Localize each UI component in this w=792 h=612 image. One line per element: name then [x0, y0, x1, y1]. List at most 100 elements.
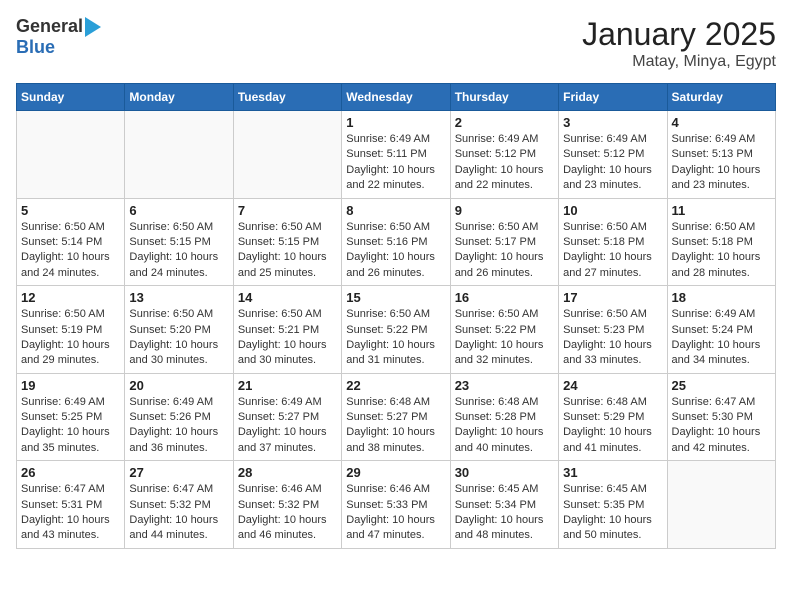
- calendar-cell: [667, 461, 775, 549]
- calendar-cell: 24 Sunrise: 6:48 AM Sunset: 5:29 PM Dayli…: [559, 373, 667, 461]
- weekday-header-monday: Monday: [125, 84, 233, 111]
- day-info: Sunrise: 6:50 AM Sunset: 5:15 PM Dayligh…: [238, 220, 337, 282]
- day-number: 1: [346, 115, 445, 130]
- day-number: 11: [672, 203, 771, 218]
- day-number: 14: [238, 290, 337, 305]
- day-info: Sunrise: 6:49 AM Sunset: 5:12 PM Dayligh…: [563, 132, 662, 194]
- weekday-header-sunday: Sunday: [17, 84, 125, 111]
- calendar-cell: 19 Sunrise: 6:49 AM Sunset: 5:25 PM Dayli…: [17, 373, 125, 461]
- calendar-cell: 27 Sunrise: 6:47 AM Sunset: 5:32 PM Dayli…: [125, 461, 233, 549]
- calendar-cell: 23Sunrise: 6:48 AM Sunset: 5:28 PM Dayli…: [450, 373, 558, 461]
- day-number: 16: [455, 290, 554, 305]
- day-info: Sunrise: 6:50 AM Sunset: 5:23 PM Dayligh…: [563, 307, 662, 369]
- day-number: 21: [238, 378, 337, 393]
- week-row-3: 12 Sunrise: 6:50 AM Sunset: 5:19 PM Dayli…: [17, 286, 776, 374]
- day-number: 23: [455, 378, 554, 393]
- day-info: Sunrise: 6:50 AM Sunset: 5:20 PM Dayligh…: [129, 307, 228, 369]
- page-title: January 2025: [582, 16, 776, 53]
- day-number: 12: [21, 290, 120, 305]
- week-row-4: 19 Sunrise: 6:49 AM Sunset: 5:25 PM Dayli…: [17, 373, 776, 461]
- day-info: Sunrise: 6:48 AM Sunset: 5:27 PM Dayligh…: [346, 395, 445, 457]
- calendar-cell: 7Sunrise: 6:50 AM Sunset: 5:15 PM Daylig…: [233, 198, 341, 286]
- page-subtitle: Matay, Minya, Egypt: [582, 53, 776, 71]
- day-info: Sunrise: 6:46 AM Sunset: 5:32 PM Dayligh…: [238, 482, 337, 544]
- week-row-5: 26 Sunrise: 6:47 AM Sunset: 5:31 PM Dayli…: [17, 461, 776, 549]
- calendar-cell: 13 Sunrise: 6:50 AM Sunset: 5:20 PM Dayli…: [125, 286, 233, 374]
- day-info: Sunrise: 6:50 AM Sunset: 5:21 PM Dayligh…: [238, 307, 337, 369]
- logo-arrow-icon: [85, 17, 101, 37]
- day-info: Sunrise: 6:50 AM Sunset: 5:22 PM Dayligh…: [455, 307, 554, 369]
- day-number: 26: [21, 465, 120, 480]
- weekday-header-thursday: Thursday: [450, 84, 558, 111]
- day-number: 15: [346, 290, 445, 305]
- weekday-header-tuesday: Tuesday: [233, 84, 341, 111]
- day-info: Sunrise: 6:45 AM Sunset: 5:34 PM Dayligh…: [455, 482, 554, 544]
- logo-general-text: General: [16, 16, 83, 37]
- day-number: 19: [21, 378, 120, 393]
- day-number: 22: [346, 378, 445, 393]
- day-number: 20: [129, 378, 228, 393]
- weekday-header-friday: Friday: [559, 84, 667, 111]
- day-number: 5: [21, 203, 120, 218]
- calendar-cell: 21 Sunrise: 6:49 AM Sunset: 5:27 PM Dayli…: [233, 373, 341, 461]
- day-info: Sunrise: 6:45 AM Sunset: 5:35 PM Dayligh…: [563, 482, 662, 544]
- day-number: 29: [346, 465, 445, 480]
- calendar-cell: 18 Sunrise: 6:49 AM Sunset: 5:24 PM Dayli…: [667, 286, 775, 374]
- day-number: 31: [563, 465, 662, 480]
- calendar-cell: 2 Sunrise: 6:49 AM Sunset: 5:12 PM Daylig…: [450, 111, 558, 199]
- day-info: Sunrise: 6:50 AM Sunset: 5:19 PM Dayligh…: [21, 307, 120, 369]
- day-number: 10: [563, 203, 662, 218]
- calendar-cell: 4Sunrise: 6:49 AM Sunset: 5:13 PM Daylig…: [667, 111, 775, 199]
- day-info: Sunrise: 6:49 AM Sunset: 5:12 PM Dayligh…: [455, 132, 554, 194]
- day-info: Sunrise: 6:49 AM Sunset: 5:13 PM Dayligh…: [672, 132, 771, 194]
- day-info: Sunrise: 6:48 AM Sunset: 5:29 PM Dayligh…: [563, 395, 662, 457]
- calendar-cell: 1 Sunrise: 6:49 AM Sunset: 5:11 PM Daylig…: [342, 111, 450, 199]
- calendar-cell: [125, 111, 233, 199]
- day-info: Sunrise: 6:49 AM Sunset: 5:25 PM Dayligh…: [21, 395, 120, 457]
- day-info: Sunrise: 6:50 AM Sunset: 5:18 PM Dayligh…: [672, 220, 771, 282]
- weekday-header-saturday: Saturday: [667, 84, 775, 111]
- calendar-cell: 30 Sunrise: 6:45 AM Sunset: 5:34 PM Dayli…: [450, 461, 558, 549]
- calendar-cell: [233, 111, 341, 199]
- calendar-cell: 5 Sunrise: 6:50 AM Sunset: 5:14 PM Daylig…: [17, 198, 125, 286]
- calendar-table: SundayMondayTuesdayWednesdayThursdayFrid…: [16, 83, 776, 549]
- day-number: 6: [129, 203, 228, 218]
- day-number: 8: [346, 203, 445, 218]
- calendar-cell: 22 Sunrise: 6:48 AM Sunset: 5:27 PM Dayli…: [342, 373, 450, 461]
- day-number: 28: [238, 465, 337, 480]
- page-header: General Blue January 2025 Matay, Minya, …: [16, 16, 776, 71]
- day-number: 25: [672, 378, 771, 393]
- day-info: Sunrise: 6:50 AM Sunset: 5:16 PM Dayligh…: [346, 220, 445, 282]
- week-row-2: 5 Sunrise: 6:50 AM Sunset: 5:14 PM Daylig…: [17, 198, 776, 286]
- logo-blue-text: Blue: [16, 37, 55, 58]
- day-number: 30: [455, 465, 554, 480]
- calendar-cell: 3 Sunrise: 6:49 AM Sunset: 5:12 PM Daylig…: [559, 111, 667, 199]
- calendar-cell: 31 Sunrise: 6:45 AM Sunset: 5:35 PM Dayli…: [559, 461, 667, 549]
- calendar-cell: 25Sunrise: 6:47 AM Sunset: 5:30 PM Dayli…: [667, 373, 775, 461]
- day-number: 18: [672, 290, 771, 305]
- day-info: Sunrise: 6:47 AM Sunset: 5:31 PM Dayligh…: [21, 482, 120, 544]
- day-info: Sunrise: 6:47 AM Sunset: 5:32 PM Dayligh…: [129, 482, 228, 544]
- calendar-cell: 9Sunrise: 6:50 AM Sunset: 5:17 PM Daylig…: [450, 198, 558, 286]
- day-info: Sunrise: 6:50 AM Sunset: 5:22 PM Dayligh…: [346, 307, 445, 369]
- weekday-header-wednesday: Wednesday: [342, 84, 450, 111]
- day-info: Sunrise: 6:49 AM Sunset: 5:11 PM Dayligh…: [346, 132, 445, 194]
- calendar-cell: 14 Sunrise: 6:50 AM Sunset: 5:21 PM Dayli…: [233, 286, 341, 374]
- day-number: 2: [455, 115, 554, 130]
- day-info: Sunrise: 6:50 AM Sunset: 5:15 PM Dayligh…: [129, 220, 228, 282]
- title-area: January 2025 Matay, Minya, Egypt: [582, 16, 776, 71]
- calendar-cell: 12 Sunrise: 6:50 AM Sunset: 5:19 PM Dayli…: [17, 286, 125, 374]
- day-info: Sunrise: 6:50 AM Sunset: 5:17 PM Dayligh…: [455, 220, 554, 282]
- calendar-cell: 15 Sunrise: 6:50 AM Sunset: 5:22 PM Dayli…: [342, 286, 450, 374]
- day-info: Sunrise: 6:49 AM Sunset: 5:27 PM Dayligh…: [238, 395, 337, 457]
- calendar-cell: 11 Sunrise: 6:50 AM Sunset: 5:18 PM Dayli…: [667, 198, 775, 286]
- day-number: 24: [563, 378, 662, 393]
- calendar-cell: [17, 111, 125, 199]
- calendar-cell: 6 Sunrise: 6:50 AM Sunset: 5:15 PM Daylig…: [125, 198, 233, 286]
- calendar-cell: 16 Sunrise: 6:50 AM Sunset: 5:22 PM Dayli…: [450, 286, 558, 374]
- day-info: Sunrise: 6:50 AM Sunset: 5:14 PM Dayligh…: [21, 220, 120, 282]
- day-info: Sunrise: 6:49 AM Sunset: 5:24 PM Dayligh…: [672, 307, 771, 369]
- day-number: 27: [129, 465, 228, 480]
- day-number: 3: [563, 115, 662, 130]
- day-number: 13: [129, 290, 228, 305]
